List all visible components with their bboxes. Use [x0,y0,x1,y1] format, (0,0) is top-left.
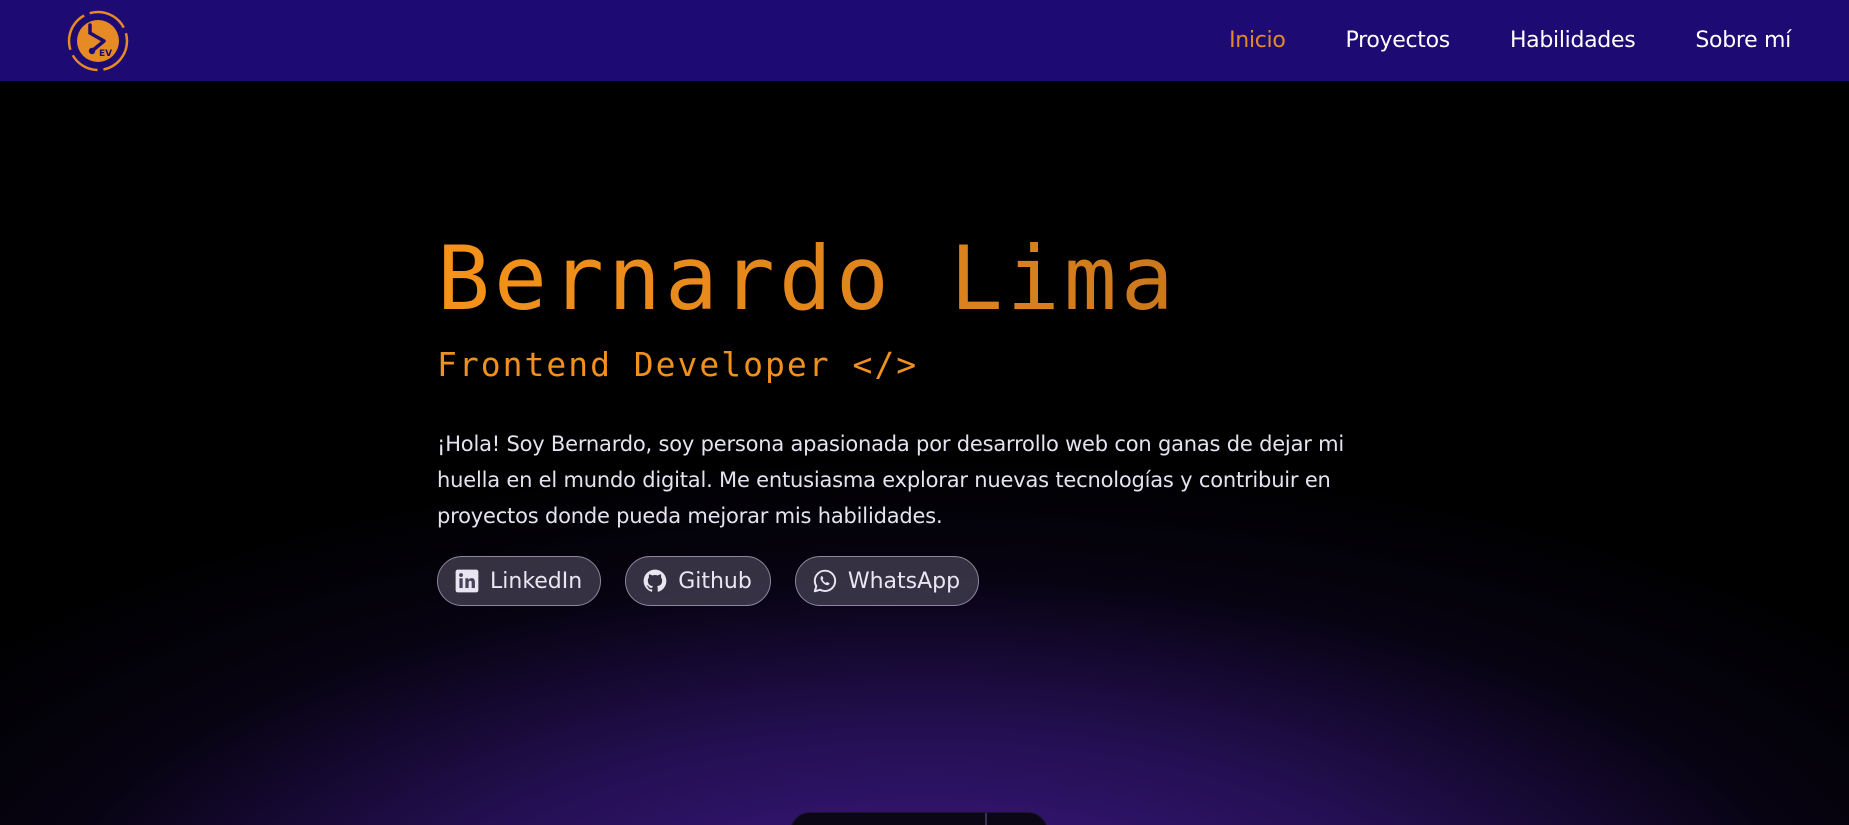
hero-bio: ¡Hola! Soy Bernardo, soy persona apasion… [437,432,1345,528]
nav-link-sobre-mi[interactable]: Sobre mí [1695,28,1791,53]
svg-text:EV: EV [99,49,112,59]
whatsapp-icon [813,569,837,593]
github-icon [643,569,667,592]
navbar: EV Inicio Proyectos Habilidades Sobre mí [0,0,1849,81]
logo[interactable]: EV [66,9,130,73]
nav-link-inicio[interactable]: Inicio [1229,28,1286,53]
linkedin-label: LinkedIn [490,568,583,594]
whatsapp-button[interactable]: WhatsApp [794,556,980,606]
bottom-toolbar[interactable] [790,812,1048,825]
dev-logo-icon: EV [67,10,129,71]
hero-role: Frontend Developer </> [437,345,919,384]
whatsapp-label: WhatsApp [847,568,961,594]
linkedin-icon [455,569,479,593]
social-links: LinkedIn Github WhatsApp [437,556,1397,606]
nav-link-proyectos[interactable]: Proyectos [1346,28,1451,53]
nav-links: Inicio Proyectos Habilidades Sobre mí [1169,28,1791,53]
github-button[interactable]: Github [625,556,771,606]
github-label: Github [678,568,752,594]
nav-link-habilidades[interactable]: Habilidades [1510,28,1636,53]
linkedin-button[interactable]: LinkedIn [437,556,602,606]
hero-section: Bernardo Lima Frontend Developer </> ¡Ho… [437,235,1397,606]
toolbar-divider [985,813,987,825]
hero-name: Bernardo Lima [437,235,1397,323]
